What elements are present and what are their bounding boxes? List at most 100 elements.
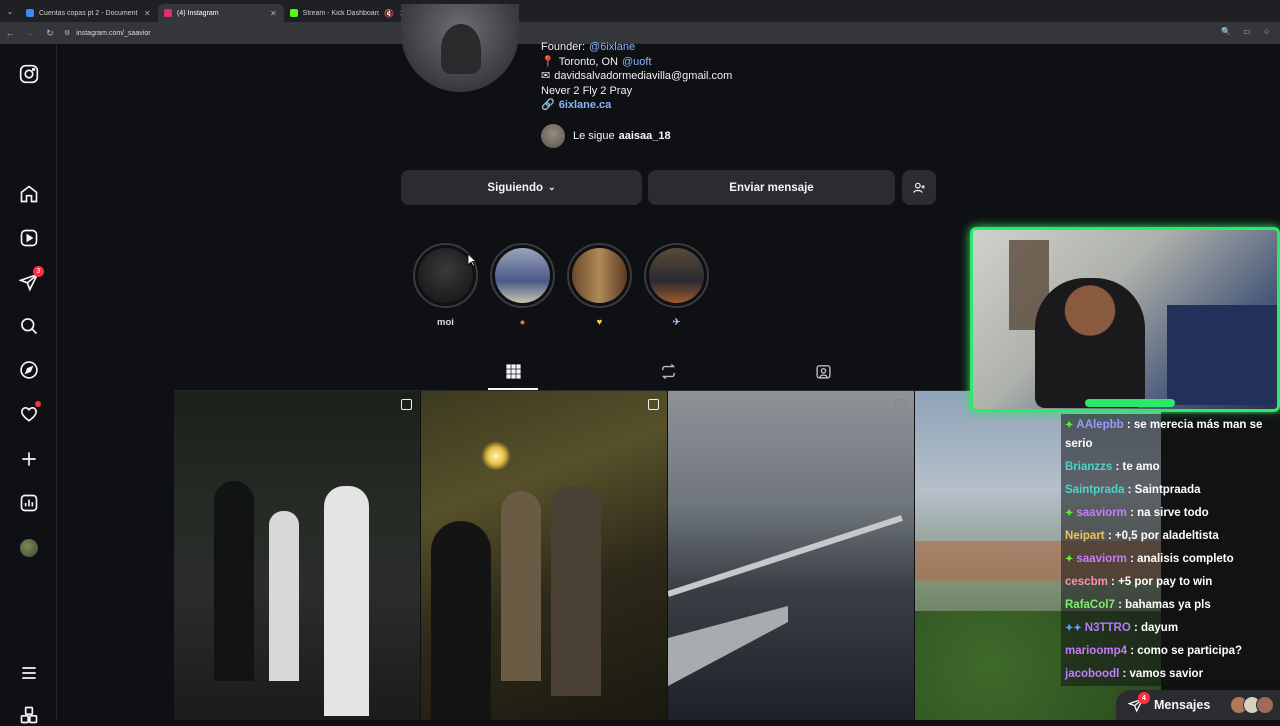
bio-location: Toronto, ON xyxy=(558,55,619,68)
following-button[interactable]: Siguiendo ⌄ xyxy=(401,170,642,205)
messages-count-badge: 4 xyxy=(1138,692,1150,704)
close-tab-icon[interactable]: ✕ xyxy=(144,9,151,18)
stream-chat: ✦ AAlepbb : se merecia más man se serio B… xyxy=(1061,414,1280,686)
profile-avatar[interactable] xyxy=(18,537,40,559)
forward-icon[interactable]: → xyxy=(20,28,40,38)
highlight-item[interactable]: ♥ xyxy=(567,243,632,329)
highlight-cover xyxy=(495,248,550,303)
streamer-figure xyxy=(1035,278,1145,408)
search-icon[interactable] xyxy=(18,315,40,337)
link-icon: 🔗 xyxy=(541,99,555,111)
highlight-cover xyxy=(572,248,627,303)
highlight-cover xyxy=(649,248,704,303)
webcam-frame-accent xyxy=(1085,399,1175,407)
site-info-icon[interactable]: ⚙ xyxy=(64,29,70,37)
follower-avatar xyxy=(541,124,565,148)
bio-founder-label: Founder: xyxy=(541,41,586,53)
carousel-icon xyxy=(401,399,412,410)
chat-username: AAlepbb xyxy=(1076,419,1124,431)
suggested-users-button[interactable] xyxy=(902,170,936,205)
notifications-heart-icon[interactable] xyxy=(18,401,41,425)
bio-founder-link[interactable]: @6ixlane xyxy=(589,40,635,55)
tagged-tab-icon[interactable] xyxy=(813,361,833,381)
chat-username: marioomp4 xyxy=(1065,645,1127,657)
add-user-icon xyxy=(913,182,925,193)
chat-text: : bahamas ya pls xyxy=(1118,599,1211,611)
dashboard-icon[interactable] xyxy=(18,492,40,514)
messages-bar[interactable]: 4 Mensajes xyxy=(1116,690,1280,720)
bio-website-link[interactable]: 6ixlane.ca xyxy=(559,98,612,113)
chat-username: jacoboodl xyxy=(1065,668,1120,680)
direct-messages-icon[interactable]: 3 xyxy=(18,266,44,293)
tab-kick[interactable]: Stream - Kick Dashboard 🔇 ✕ xyxy=(284,4,412,22)
bookmark-icon[interactable]: ☆ xyxy=(1263,27,1270,36)
profile-picture[interactable] xyxy=(401,4,519,92)
send-message-button[interactable]: Enviar mensaje xyxy=(648,170,895,205)
notification-badge: 3 xyxy=(33,266,44,277)
send-message-label: Enviar mensaje xyxy=(729,181,814,194)
avatar xyxy=(1256,696,1274,714)
docs-favicon-icon xyxy=(26,9,34,17)
chat-text: : +5 por pay to win xyxy=(1111,576,1213,588)
reposts-tab-icon[interactable] xyxy=(658,361,678,381)
bio-motto: Never 2 Fly 2 Pray xyxy=(541,84,633,97)
reels-icon[interactable] xyxy=(18,227,40,249)
cast-icon[interactable]: ▭ xyxy=(1243,27,1251,36)
tab-search-icon[interactable]: ⌄ xyxy=(0,7,20,16)
instagram-sidebar: 3 xyxy=(0,44,57,724)
avatar xyxy=(20,539,38,557)
create-icon[interactable] xyxy=(18,448,40,470)
chat-message: ✦ AAlepbb : se merecia más man se serio xyxy=(1061,414,1280,456)
chat-message: ✦ saaviorm : na sirve todo xyxy=(1061,502,1280,525)
chat-message: Neipart : +0,5 por aladeltista xyxy=(1061,525,1280,548)
chat-text: : dayum xyxy=(1133,622,1179,634)
more-menu-icon[interactable] xyxy=(18,662,40,684)
followed-by[interactable]: Le sigue aaisaa_18 xyxy=(541,124,671,148)
bio-link-row: 🔗 6ixlane.ca xyxy=(541,98,732,113)
active-tab-indicator xyxy=(488,388,538,390)
profile-bio: Founder: @6ixlane 📍 Toronto, ON @uoft ✉ … xyxy=(541,40,732,113)
mute-tab-icon[interactable]: 🔇 xyxy=(384,9,394,18)
chat-message: cescbm : +5 por pay to win xyxy=(1061,571,1280,594)
highlight-label: ✈ xyxy=(672,317,681,328)
chat-username: saaviorm xyxy=(1076,553,1127,565)
followed-by-label: Le sigue xyxy=(573,130,615,142)
bio-location-row: 📍 Toronto, ON @uoft xyxy=(541,55,732,70)
chat-text: : te amo xyxy=(1115,461,1160,473)
subscriber-badge-icon: ✦ xyxy=(1065,508,1074,519)
bio-location-link[interactable]: @uoft xyxy=(622,55,652,70)
post-thumbnail[interactable] xyxy=(668,391,914,720)
tab-docs[interactable]: Cuentas copas pt 2 - Document ✕ xyxy=(20,4,158,22)
bio-founder-row: Founder: @6ixlane xyxy=(541,40,732,55)
chat-message: marioomp4 : como se participa? xyxy=(1061,640,1280,663)
highlight-item[interactable]: ● xyxy=(490,243,555,329)
instagram-logo-icon[interactable] xyxy=(18,63,40,85)
posts-grid-tab-icon[interactable] xyxy=(503,361,523,381)
highlight-item[interactable]: ✈ xyxy=(644,243,709,329)
chat-username: RafaCol7 xyxy=(1065,599,1115,611)
back-icon[interactable]: ← xyxy=(0,28,20,38)
zoom-icon[interactable]: 🔍 xyxy=(1221,27,1231,36)
chat-message: Brianzzs : te amo xyxy=(1061,456,1280,479)
instagram-favicon-icon xyxy=(164,9,172,17)
chevron-down-icon: ⌄ xyxy=(548,182,556,192)
post-thumbnail[interactable] xyxy=(174,391,420,720)
url-field[interactable]: ⚙ instagram.com/_saavior xyxy=(64,29,151,38)
home-icon[interactable] xyxy=(18,183,40,205)
subscriber-badge-icon: ✦ xyxy=(1065,420,1074,431)
envelope-icon: ✉ xyxy=(541,70,551,82)
post-thumbnail[interactable] xyxy=(421,391,667,720)
carousel-icon xyxy=(648,399,659,410)
subscriber-badge-icon: ✦ xyxy=(1065,554,1074,565)
bio-email: davidsalvadormediavilla@gmail.com xyxy=(554,70,733,82)
chat-message: ✦✦ N3TTRO : dayum xyxy=(1061,617,1280,640)
tab-instagram[interactable]: (4) Instagram ✕ xyxy=(158,4,284,22)
explore-icon[interactable] xyxy=(18,359,40,381)
reload-icon[interactable]: ↻ xyxy=(40,28,60,39)
tab-title: (4) Instagram xyxy=(177,9,219,17)
chat-text: : como se participa? xyxy=(1130,645,1243,657)
story-highlights: moi ● ♥ ✈ xyxy=(413,243,709,329)
close-tab-icon[interactable]: ✕ xyxy=(270,9,277,18)
browser-tab-bar: ⌄ Cuentas copas pt 2 - Document ✕ (4) In… xyxy=(0,0,1280,22)
also-from-meta-icon[interactable] xyxy=(18,704,40,726)
